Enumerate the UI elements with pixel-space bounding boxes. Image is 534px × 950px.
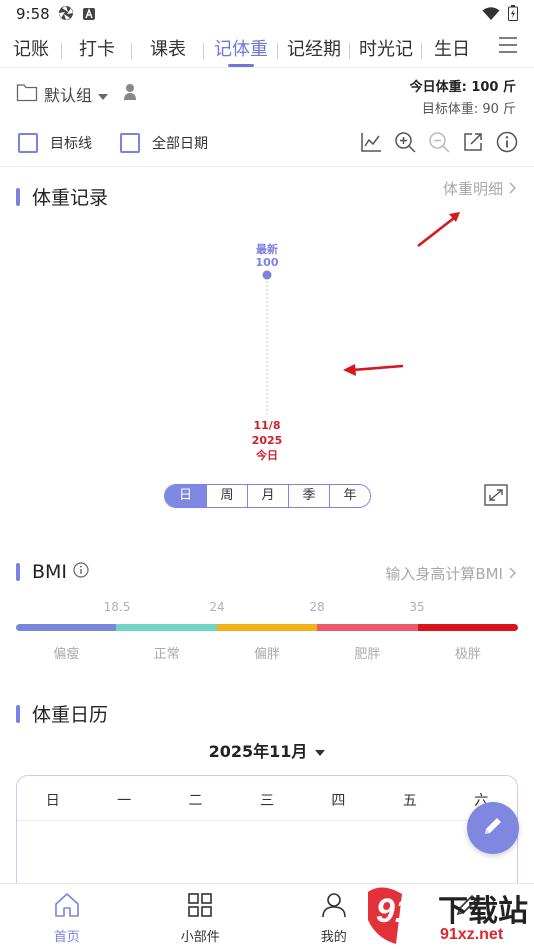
bmi-tick: 35 [409, 600, 425, 614]
period-week[interactable]: 周 [206, 485, 247, 507]
bmi-tick: 24 [209, 600, 225, 614]
bmi-category: 极胖 [454, 647, 481, 662]
dropdown-caret-icon [315, 741, 326, 760]
bmi-title: BMI [32, 561, 68, 583]
period-day[interactable]: 日 [165, 485, 206, 507]
bmi-segment-obese [317, 624, 418, 631]
site-watermark: 91 下载站 91xz.net [362, 880, 534, 950]
x-axis-date-label: 11/8 2025 今日 [251, 419, 283, 462]
calendar-title: 体重日历 [32, 704, 109, 726]
annotation-arrow-lower [351, 364, 404, 372]
bmi-segment-underweight [16, 624, 117, 631]
period-selector: 日 周 月 季 年 [164, 484, 371, 508]
period-month[interactable]: 月 [247, 485, 288, 507]
annotation-arrows [343, 212, 460, 376]
edit-record-button[interactable] [467, 802, 519, 854]
bmi-category: 偏瘦 [53, 647, 80, 662]
bmi-category: 偏胖 [254, 647, 281, 662]
weekday: 二 [188, 793, 203, 809]
month-selector[interactable]: 2025年11月 [0, 738, 534, 762]
weekday: 四 [331, 793, 346, 809]
bmi-segment-extreme [417, 624, 518, 631]
bmi-segment-overweight [216, 624, 318, 631]
bmi-tick: 18.5 [103, 600, 131, 614]
nav-home[interactable]: 首页 [0, 884, 134, 950]
bmi-tick: 28 [309, 600, 325, 614]
period-season[interactable]: 季 [288, 485, 329, 507]
chevron-right-icon [509, 565, 516, 583]
weekday-row: 日 一 二 三 四 五 六 [17, 790, 517, 810]
home-icon [53, 892, 81, 922]
pencil-icon [481, 814, 505, 842]
nav-widgets[interactable]: 小部件 [134, 884, 268, 950]
bmi-segment-normal [116, 624, 217, 631]
annotation-arrow-upper [417, 216, 455, 248]
bmi-scale-bar [16, 624, 518, 631]
bmi-category-labels: 偏瘦 正常 偏胖 肥胖 极胖 [16, 643, 518, 662]
weekday: 五 [402, 793, 417, 809]
bmi-tick-row: 18.5 24 28 35 [0, 600, 534, 616]
bmi-info-icon[interactable] [73, 562, 89, 582]
grid-icon [187, 892, 213, 922]
bmi-calc-link[interactable]: 输入身高计算BMI [385, 563, 516, 584]
user-icon [321, 892, 347, 922]
weekday: 一 [117, 793, 132, 809]
weekday: 日 [45, 793, 60, 809]
period-year[interactable]: 年 [329, 485, 370, 507]
bmi-header: BMI [16, 561, 89, 583]
weekday: 三 [259, 793, 274, 809]
fullscreen-expand-icon[interactable] [484, 484, 508, 510]
calendar-header: 体重日历 [16, 700, 108, 727]
bmi-category: 肥胖 [354, 647, 381, 662]
bmi-category: 正常 [153, 647, 180, 662]
